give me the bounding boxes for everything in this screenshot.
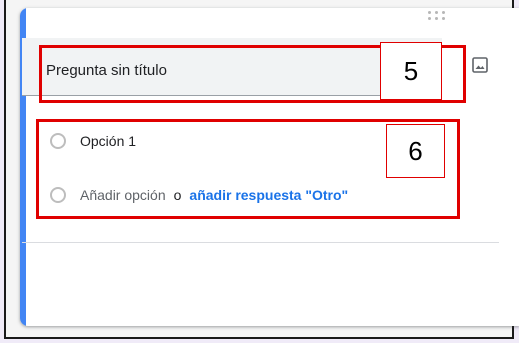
add-image-icon[interactable] <box>471 56 489 74</box>
annotation-number-6: 6 <box>386 124 445 178</box>
annotation-number-5: 5 <box>380 42 442 100</box>
card-divider <box>22 242 499 243</box>
drag-handle-icon[interactable] <box>425 8 447 22</box>
